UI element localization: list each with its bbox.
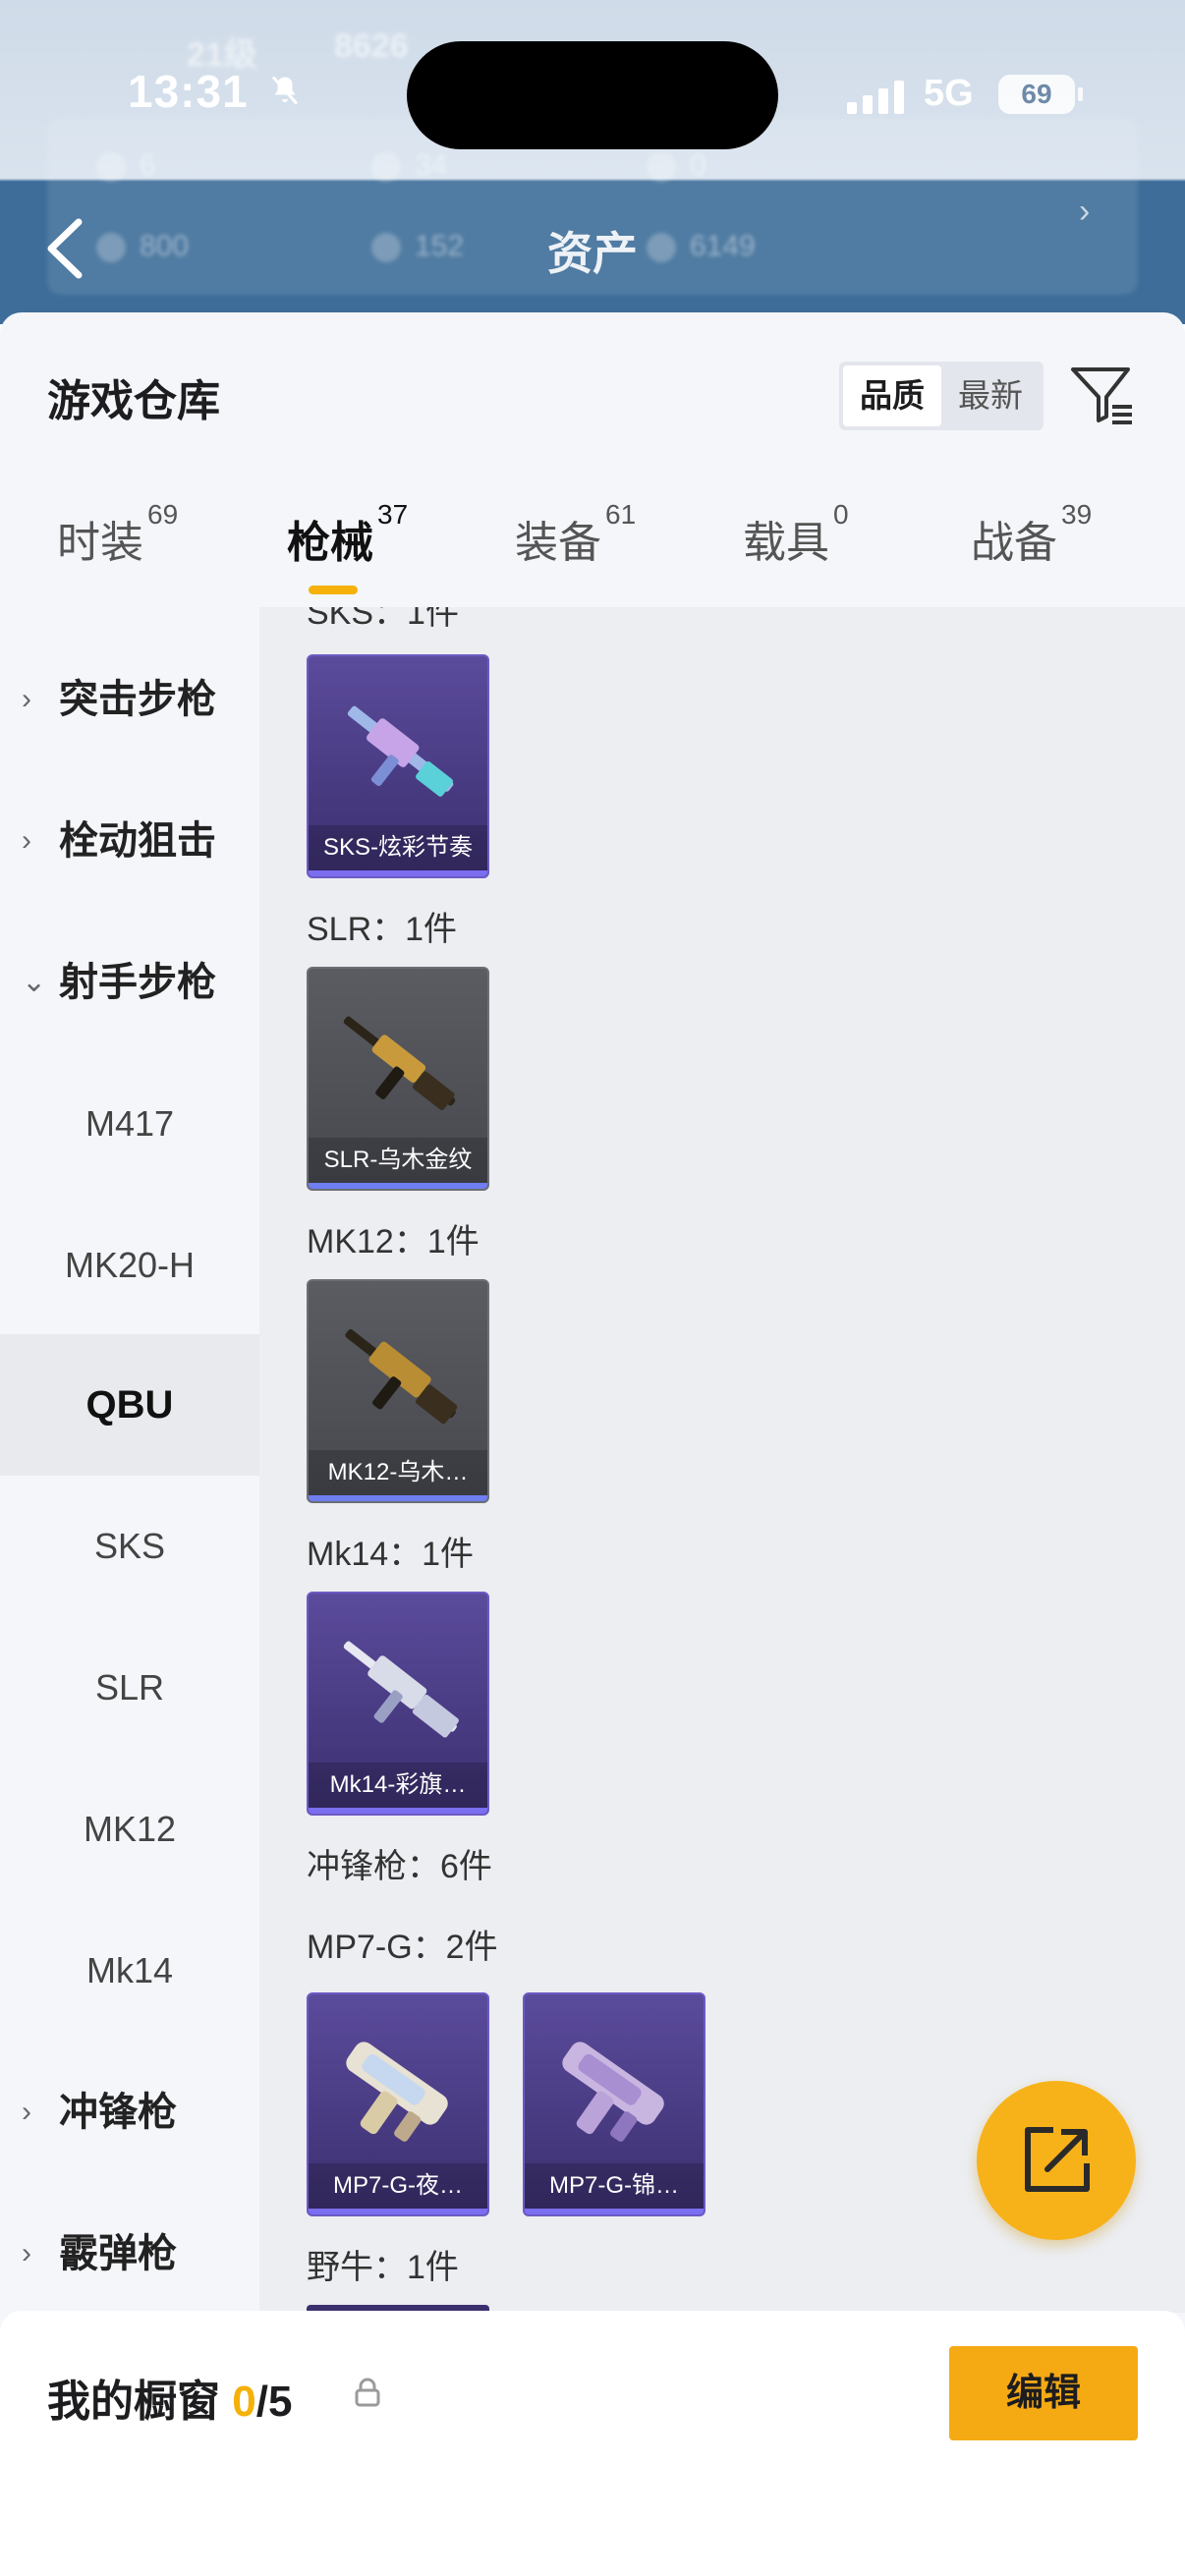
tab-fashion[interactable]: 时装69 [57, 499, 178, 570]
stat-item: 34 [371, 149, 447, 183]
rarity-bar [309, 1183, 487, 1189]
score-text: 8626 [334, 28, 409, 65]
sidebar-item-bolt-sniper[interactable]: › 栓动狙击 [0, 770, 259, 912]
sidebar-item-mk12[interactable]: MK12 [0, 1759, 259, 1900]
sort-latest-button[interactable]: 最新 [941, 365, 1040, 426]
battery-icon: 69 [998, 75, 1083, 114]
group-label: MK12：1件 [307, 1223, 480, 1260]
weapon-name: SKS-炫彩节奏 [309, 825, 487, 870]
sidebar-item-mk14[interactable]: Mk14 [0, 1900, 259, 2042]
weapon-card[interactable]: MP7-G-夜… [307, 1992, 489, 2216]
weapon-name: MP7-G-锦… [525, 2163, 704, 2209]
sort-quality-button[interactable]: 品质 [843, 365, 941, 426]
external-share-icon [1025, 2127, 1090, 2192]
page-title: 资产 [547, 228, 638, 279]
rarity-bar [309, 1808, 487, 1814]
showcase-count: 0 [232, 2378, 256, 2426]
group-label: 野牛：1件 [307, 2249, 459, 2286]
group-label: SKS：1件 [307, 607, 459, 632]
showcase-total: /5 [255, 2378, 293, 2426]
rifle-icon [343, 1016, 456, 1111]
lock-icon [355, 2378, 380, 2407]
network-type: 5G [924, 73, 974, 114]
rarity-bar [309, 2209, 487, 2214]
weapon-card[interactable]: MP7-G-锦… [523, 1992, 705, 2216]
rarity-bar [309, 1495, 487, 1501]
weapon-name: MK12-乌木… [309, 1450, 487, 1495]
weapon-card[interactable]: SLR-乌木金纹 [307, 967, 489, 1191]
smg-icon [562, 2042, 664, 2142]
stat-item: 6 [96, 149, 156, 183]
chevron-right-icon: › [22, 683, 31, 715]
dynamic-island [407, 41, 778, 149]
rarity-bar [309, 870, 487, 876]
chevron-right-icon: › [22, 824, 31, 857]
sidebar-item-slr[interactable]: SLR [0, 1617, 259, 1759]
sheet-title: 游戏仓库 [47, 377, 220, 425]
bell-off-icon [271, 76, 299, 105]
sidebar-item-assault-rifle[interactable]: › 突击步枪 [0, 629, 259, 770]
weapon-category-sidebar: › 突击步枪 › 栓动狙击 ⌄ 射手步枪 M417 MK20-H QBU SKS SL… [0, 607, 259, 2313]
filter-icon[interactable] [1069, 362, 1136, 428]
warehouse-sheet: 游戏仓库 品质 最新 时装69 枪械37 装备61 载具0 战备39 › 突击步枪… [0, 312, 1185, 2576]
group-label: Mk14：1件 [307, 1536, 475, 1573]
share-button[interactable] [977, 2081, 1136, 2240]
chevron-right-icon: › [22, 2237, 31, 2269]
tab-equipment[interactable]: 装备61 [515, 499, 636, 570]
stat-item: 0 [647, 149, 706, 183]
sidebar-item-mk20h[interactable]: MK20-H [0, 1195, 259, 1336]
sidebar-item-shotgun[interactable]: › 霰弹枪 [0, 2183, 259, 2324]
signal-icon [847, 81, 904, 114]
weapon-card[interactable]: SKS-炫彩节奏 [307, 654, 489, 878]
sidebar-item-qbu[interactable]: QBU [0, 1334, 259, 1476]
rifle-icon [347, 705, 454, 797]
sidebar-item-m417[interactable]: M417 [0, 1053, 259, 1195]
smg-icon [346, 2042, 448, 2142]
status-time: 13:31 [128, 66, 249, 117]
tab-vehicles[interactable]: 载具0 [743, 499, 849, 570]
category-tabs: 时装69 枪械37 装备61 载具0 战备39 [0, 493, 1185, 603]
sidebar-item-smg[interactable]: › 冲锋枪 [0, 2042, 259, 2183]
weapon-list: SKS：1件 SKS-炫彩节奏 SLR：1件 SLR-乌木金纹 MK12：1件 … [259, 607, 1185, 2313]
weapon-card[interactable]: MK12-乌木… [307, 1279, 489, 1503]
sort-toggle: 品质 最新 [839, 362, 1044, 430]
sidebar-item-sks[interactable]: SKS [0, 1476, 259, 1617]
rifle-icon [343, 1641, 459, 1738]
rarity-bar [525, 2209, 704, 2214]
weapon-name: MP7-G-夜… [309, 2163, 487, 2209]
tab-firearms[interactable]: 枪械37 [287, 499, 408, 570]
edit-button[interactable]: 编辑 [949, 2346, 1138, 2440]
chevron-right-icon: › [1079, 193, 1091, 230]
chevron-down-icon: ⌄ [22, 966, 47, 998]
group-label: SLR：1件 [307, 911, 458, 948]
active-tab-indicator [309, 586, 358, 594]
group-label: 冲锋枪：6件 [307, 1848, 492, 1885]
weapon-card[interactable]: Mk14-彩旗… [307, 1592, 489, 1816]
tab-supplies[interactable]: 战备39 [971, 499, 1092, 570]
group-label: MP7-G：2件 [307, 1929, 498, 1966]
weapon-name: SLR-乌木金纹 [309, 1138, 487, 1183]
rifle-icon [345, 1329, 458, 1425]
chevron-right-icon: › [22, 2096, 31, 2128]
sidebar-item-marksman-rifle[interactable]: ⌄ 射手步枪 [0, 912, 259, 1053]
my-showcase-bar: 我的橱窗 0/5 编辑 [0, 2311, 1185, 2576]
weapon-name: Mk14-彩旗… [309, 1763, 487, 1808]
showcase-label: 我的橱窗 0/5 [47, 2378, 293, 2426]
